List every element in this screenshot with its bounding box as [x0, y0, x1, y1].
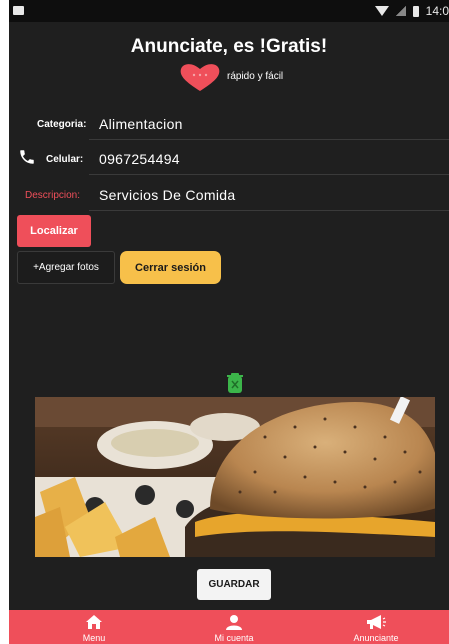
- nav-anunciante[interactable]: Anunciante: [321, 610, 431, 644]
- heart-icon: [180, 64, 220, 91]
- divider: [89, 174, 449, 175]
- divider: [89, 210, 449, 211]
- localizar-button[interactable]: Localizar: [17, 215, 91, 247]
- status-icons: 14:0: [374, 4, 449, 18]
- categoria-row: Categoria: Alimentacion: [9, 110, 449, 140]
- image-notification-icon: [13, 6, 24, 15]
- nav-mi-cuenta[interactable]: Mi cuenta: [179, 610, 289, 644]
- celular-field[interactable]: 0967254494: [99, 151, 180, 167]
- descripcion-field[interactable]: Servicios De Comida: [99, 187, 235, 203]
- bottom-nav: Menu Mi cuenta Anunciante: [9, 610, 449, 644]
- megaphone-icon: [367, 615, 386, 629]
- signal-icon: [395, 6, 406, 16]
- nav-mi-cuenta-label: Mi cuenta: [214, 633, 254, 643]
- home-icon: [86, 615, 102, 629]
- cerrar-sesion-button[interactable]: Cerrar sesión: [120, 251, 221, 284]
- celular-label: Celular:: [46, 154, 84, 165]
- food-photo: [35, 397, 435, 557]
- page-title: Anunciate, es !Gratis!: [130, 36, 328, 57]
- wifi-icon: [374, 6, 389, 16]
- agregar-fotos-button[interactable]: +Agregar fotos: [17, 251, 115, 284]
- guardar-button[interactable]: GUARDAR: [197, 569, 271, 600]
- nav-anunciante-label: Anunciante: [353, 633, 399, 643]
- battery-icon: [412, 5, 419, 17]
- clock: 14:0: [425, 4, 449, 18]
- user-icon: [226, 615, 242, 630]
- trash-icon[interactable]: [225, 372, 245, 394]
- divider: [89, 139, 449, 140]
- categoria-field[interactable]: Alimentacion: [99, 116, 183, 132]
- app-screen: 14:0 Anunciate, es !Gratis! rápido y fác…: [9, 0, 449, 644]
- descripcion-row: Descripcion: Servicios De Comida: [9, 181, 449, 211]
- nav-menu[interactable]: Menu: [39, 610, 149, 644]
- status-bar: 14:0: [9, 0, 449, 22]
- nav-menu-label: Menu: [82, 633, 106, 643]
- categoria-label: Categoria:: [37, 119, 87, 130]
- celular-row: Celular: 0967254494: [9, 145, 449, 175]
- tagline: rápido y fácil: [227, 71, 284, 82]
- descripcion-label: Descripcion:: [25, 190, 81, 201]
